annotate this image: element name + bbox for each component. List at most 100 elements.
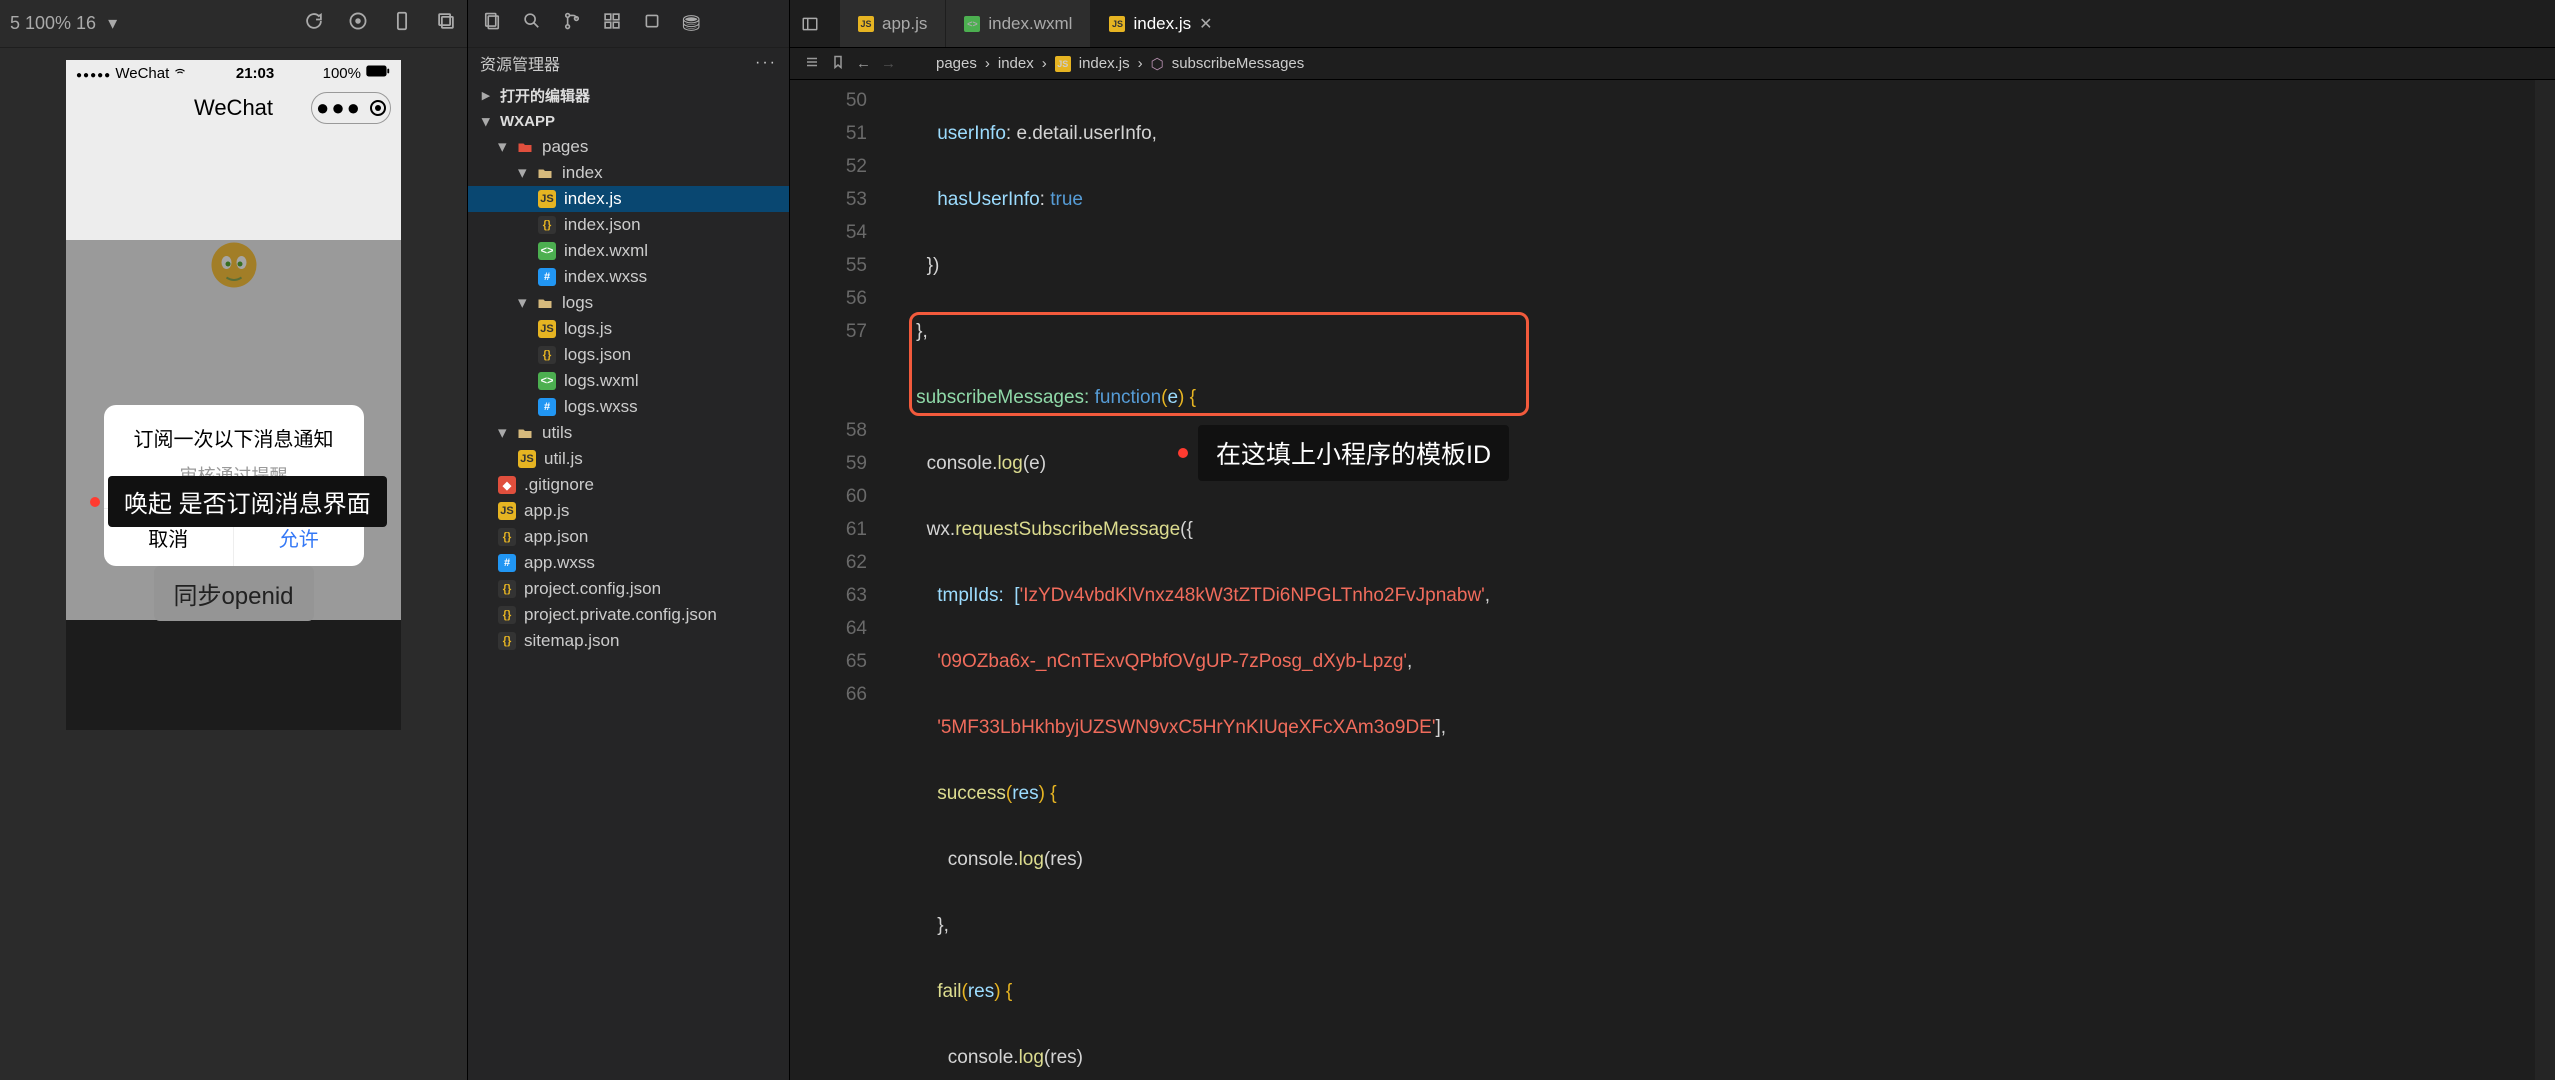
explorer-more-icon[interactable]: ···	[755, 54, 777, 72]
crumb-index[interactable]: index	[998, 55, 1034, 72]
simulator-stage: ●●●●● WeChat 21:03 100% WeChat	[0, 48, 467, 1080]
file-app-json[interactable]: {}app.json	[468, 524, 789, 550]
extensions-icon[interactable]	[602, 11, 622, 36]
capsule-close-icon[interactable]	[370, 100, 386, 116]
docker-icon[interactable]: ⛃	[682, 11, 700, 37]
explorer-panel: ⛃ 资源管理器 ··· ▸打开的编辑器 ▾WXAPP ▾pages ▾index…	[468, 0, 790, 1080]
file-gitignore[interactable]: ◆.gitignore	[468, 472, 789, 498]
explorer-title: 资源管理器	[480, 51, 560, 75]
file-logs-wxml[interactable]: <>logs.wxml	[468, 368, 789, 394]
wxss-file-icon: #	[498, 554, 516, 572]
explorer-toolbar: ⛃	[468, 0, 789, 48]
crumb-file[interactable]: index.js	[1079, 55, 1130, 72]
code-area[interactable]: userInfo: e.detail.userInfo, hasUserInfo…	[885, 80, 2555, 1080]
git-file-icon: ◆	[498, 476, 516, 494]
phone-navbar: WeChat ●●●	[66, 86, 401, 130]
capsule-menu-icon[interactable]: ●●●	[316, 95, 362, 121]
wxml-file-icon: <>	[964, 16, 980, 32]
file-index-wxml[interactable]: <>index.wxml	[468, 238, 789, 264]
folder-icon	[516, 138, 534, 156]
annotation-bubble-2: 在这填上小程序的模板ID	[1178, 425, 1509, 481]
list-icon[interactable]	[804, 54, 820, 74]
folder-icon	[536, 294, 554, 312]
folder-icon	[536, 164, 554, 182]
js-file-icon: JS	[518, 450, 536, 468]
open-editors-section[interactable]: ▸打开的编辑器	[468, 82, 789, 108]
editor-panel: JSapp.js <>index.wxml JSindex.js✕ ← → pa…	[790, 0, 2555, 1080]
nav-forward-icon[interactable]: →	[881, 55, 896, 72]
nav-back-icon[interactable]: ←	[856, 55, 871, 72]
file-app-wxss[interactable]: #app.wxss	[468, 550, 789, 576]
project-root[interactable]: ▾WXAPP	[468, 108, 789, 134]
minimap[interactable]	[2535, 80, 2555, 1080]
close-tab-icon[interactable]: ✕	[1199, 14, 1212, 34]
battery-pct: 100%	[323, 65, 361, 82]
simulator-toolbar: 5 100% 16 ▾	[0, 0, 467, 48]
debug-icon[interactable]	[642, 11, 662, 36]
files-icon[interactable]	[482, 11, 502, 36]
annotation-dot-icon	[1178, 448, 1188, 458]
json-file-icon: {}	[498, 632, 516, 650]
file-logs-json[interactable]: {}logs.json	[468, 342, 789, 368]
sim-zoom-info[interactable]: 5 100% 16	[10, 13, 96, 34]
annotation-text-2: 在这填上小程序的模板ID	[1198, 425, 1509, 481]
js-file-icon: JS	[538, 190, 556, 208]
tab-index-js[interactable]: JSindex.js✕	[1091, 0, 1231, 47]
json-file-icon: {}	[498, 606, 516, 624]
device-icon[interactable]	[391, 10, 413, 37]
editor-top-bar: JSapp.js <>index.wxml JSindex.js✕	[790, 0, 2555, 48]
crumb-symbol[interactable]: subscribeMessages	[1172, 55, 1305, 72]
file-project-private[interactable]: {}project.private.config.json	[468, 602, 789, 628]
highlight-box	[909, 312, 1529, 416]
windows-icon[interactable]	[435, 10, 457, 37]
annotation-dot-icon	[90, 497, 100, 507]
capsule-button[interactable]: ●●●	[311, 92, 391, 124]
file-sitemap[interactable]: {}sitemap.json	[468, 628, 789, 654]
annotation-text: 唤起 是否订阅消息界面	[108, 476, 387, 527]
file-logs-wxss[interactable]: #logs.wxss	[468, 394, 789, 420]
wxss-file-icon: #	[538, 398, 556, 416]
js-file-icon: JS	[1109, 16, 1125, 32]
record-icon[interactable]	[347, 10, 369, 37]
phone-frame: ●●●●● WeChat 21:03 100% WeChat	[66, 60, 401, 620]
folder-index[interactable]: ▾index	[468, 160, 789, 186]
refresh-icon[interactable]	[303, 10, 325, 37]
symbol-icon: ⬡	[1151, 55, 1164, 73]
wxml-file-icon: <>	[538, 242, 556, 260]
folder-icon	[516, 424, 534, 442]
folder-logs[interactable]: ▾logs	[468, 290, 789, 316]
file-logs-js[interactable]: JSlogs.js	[468, 316, 789, 342]
navbar-title: WeChat	[194, 95, 273, 121]
clock-label: 21:03	[236, 65, 274, 82]
json-file-icon: {}	[538, 346, 556, 364]
editor-breadcrumb: ← → pages› index› JSindex.js› ⬡subscribe…	[790, 48, 2555, 80]
annotation-bubble: 唤起 是否订阅消息界面	[90, 476, 387, 527]
tab-index-wxml[interactable]: <>index.wxml	[946, 0, 1091, 47]
code-editor[interactable]: 50 51 52 53 54 55 56 57 58 59 60 61 62 6…	[790, 80, 2555, 1080]
json-file-icon: {}	[498, 528, 516, 546]
file-project-config[interactable]: {}project.config.json	[468, 576, 789, 602]
dialog-title: 订阅一次以下消息通知	[104, 405, 364, 462]
file-index-json[interactable]: {}index.json	[468, 212, 789, 238]
folder-pages[interactable]: ▾pages	[468, 134, 789, 160]
search-icon[interactable]	[522, 11, 542, 36]
js-file-icon: JS	[858, 16, 874, 32]
file-app-js[interactable]: JSapp.js	[468, 498, 789, 524]
sidebar-toggle-icon[interactable]	[790, 15, 830, 33]
js-file-icon: JS	[498, 502, 516, 520]
folder-utils[interactable]: ▾utils	[468, 420, 789, 446]
bookmark-icon[interactable]	[830, 54, 846, 74]
simulator-panel: 5 100% 16 ▾ ●●●●● WeChat	[0, 0, 468, 1080]
git-branch-icon[interactable]	[562, 11, 582, 36]
file-index-js[interactable]: JSindex.js	[468, 186, 789, 212]
battery-icon	[365, 64, 391, 82]
file-index-wxss[interactable]: #index.wxss	[468, 264, 789, 290]
phone-status-bar: ●●●●● WeChat 21:03 100%	[66, 60, 401, 86]
tab-app-js[interactable]: JSapp.js	[840, 0, 946, 47]
wifi-icon	[173, 65, 187, 82]
file-util-js[interactable]: JSutil.js	[468, 446, 789, 472]
dropdown-icon[interactable]: ▾	[108, 13, 117, 34]
signal-dots: ●●●●●	[76, 70, 111, 81]
crumb-pages[interactable]: pages	[936, 55, 977, 72]
line-gutter: 50 51 52 53 54 55 56 57 58 59 60 61 62 6…	[790, 80, 885, 1080]
